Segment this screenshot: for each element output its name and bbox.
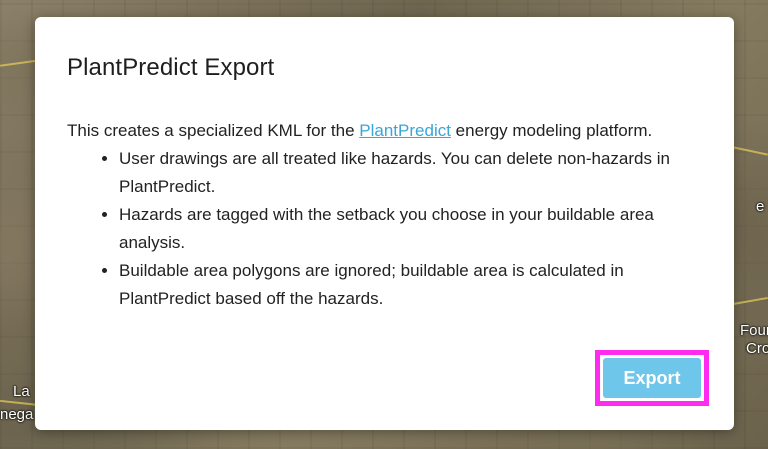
map-place-label: Cro (746, 340, 768, 357)
plantpredict-link[interactable]: PlantPredict (359, 121, 451, 140)
map-road (733, 146, 768, 156)
map-place-label: Four (740, 322, 768, 339)
export-button-highlight: Export (595, 350, 709, 406)
list-item: Buildable area polygons are ignored; bui… (119, 257, 697, 313)
map-place-label: nega (0, 406, 34, 423)
dialog-title: PlantPredict Export (67, 54, 275, 81)
export-dialog: PlantPredict Export This creates a speci… (35, 17, 734, 430)
intro-text-continued: energy modeling platform. (450, 121, 653, 140)
map-road (0, 59, 40, 67)
info-list: User drawings are all treated like hazar… (67, 145, 697, 313)
export-button[interactable]: Export (603, 358, 701, 398)
map-place-label: e (756, 198, 765, 215)
dialog-body: This creates a specialized KML for the P… (67, 117, 697, 313)
map-road (733, 296, 768, 306)
list-item: Hazards are tagged with the setback you … (119, 201, 697, 257)
list-item: User drawings are all treated like hazar… (119, 145, 697, 201)
map-place-label: La (13, 383, 30, 400)
intro-paragraph: This creates a specialized KML for the P… (67, 117, 697, 145)
intro-text: This creates a specialized KML for the (67, 121, 360, 140)
